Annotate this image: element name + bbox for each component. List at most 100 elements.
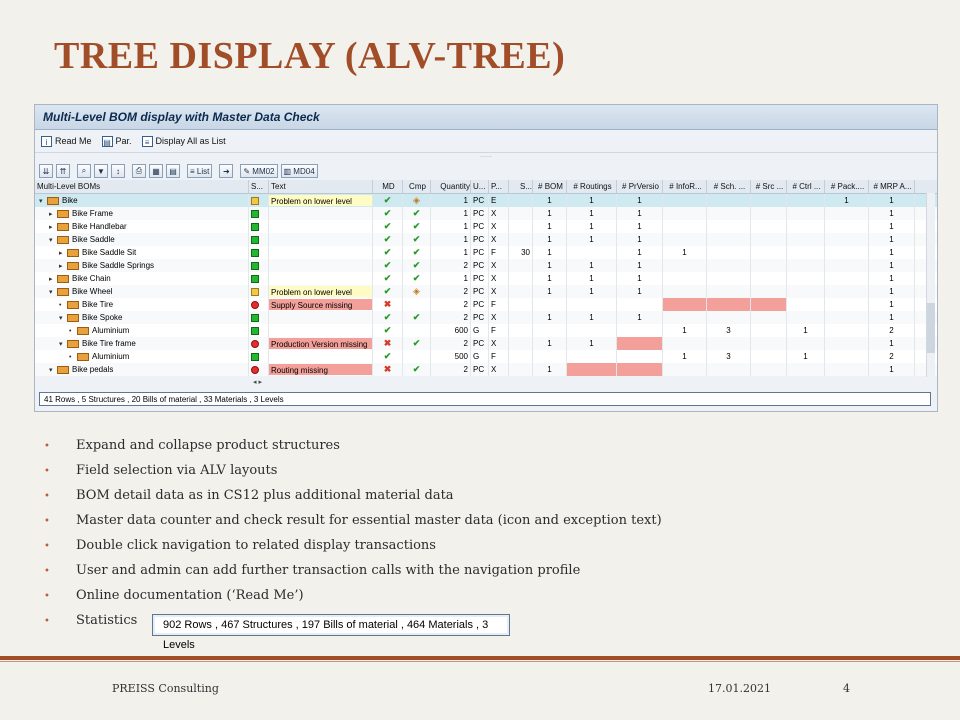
col-header-schedule[interactable]: # Sch. ... bbox=[707, 180, 751, 193]
s-cell bbox=[509, 194, 533, 207]
expand-toggle-icon[interactable]: ▸ bbox=[59, 260, 67, 272]
pv-cell bbox=[617, 363, 663, 376]
bom-cell bbox=[533, 350, 567, 363]
info-icon: i bbox=[41, 135, 52, 147]
expand-toggle-icon[interactable]: ▾ bbox=[59, 312, 67, 324]
ctrl-cell bbox=[787, 207, 825, 220]
tree-row[interactable]: ▾ Bike Tire frame Production Version missi… bbox=[35, 337, 937, 350]
horizontal-scrollbar[interactable]: ◂ ▸ bbox=[253, 378, 933, 388]
export-icon[interactable]: ▤ bbox=[166, 164, 180, 178]
p-cell: X bbox=[489, 207, 509, 220]
read-me-button[interactable]: i Read Me bbox=[41, 135, 92, 147]
expand-toggle-icon[interactable]: ▾ bbox=[49, 234, 57, 246]
tree-row[interactable]: ▾ Bike Saddle ✔ ✔ 1 PC X 1 1 1 1 bbox=[35, 233, 937, 246]
expand-toggle-icon[interactable]: • bbox=[59, 299, 67, 311]
cmp-cell bbox=[403, 298, 431, 311]
qty-cell: 1 bbox=[431, 246, 471, 259]
status-cell bbox=[249, 246, 269, 259]
status-ok-icon bbox=[251, 274, 259, 283]
expand-toggle-icon[interactable]: ▾ bbox=[49, 364, 57, 376]
col-header-procurement[interactable]: P... bbox=[489, 180, 509, 193]
parameter-icon: ▤ bbox=[101, 135, 113, 147]
tree-node-cell: ▸ Bike Saddle Springs bbox=[35, 259, 249, 272]
filter-icon[interactable]: ▼ bbox=[94, 164, 108, 178]
col-header-md[interactable]: MD bbox=[373, 180, 403, 193]
expand-toggle-icon[interactable]: ▸ bbox=[49, 221, 57, 233]
find-icon[interactable]: ⌕ bbox=[77, 164, 91, 178]
tree-row[interactable]: ▸ Bike Frame ✔ ✔ 1 PC X 1 1 1 1 bbox=[35, 207, 937, 220]
src-cell bbox=[751, 285, 787, 298]
status-error-icon bbox=[251, 365, 259, 374]
bullet-icon: • bbox=[44, 541, 50, 552]
bom-cell: 1 bbox=[533, 220, 567, 233]
col-header-packaging[interactable]: # Pack.... bbox=[825, 180, 869, 193]
expand-toggle-icon[interactable]: ▸ bbox=[49, 208, 57, 220]
parameter-button[interactable]: ▤ Par. bbox=[101, 135, 132, 147]
ctrl-cell bbox=[787, 337, 825, 350]
print-icon[interactable]: ⎙ bbox=[132, 164, 146, 178]
scroll-thumb[interactable] bbox=[927, 303, 935, 353]
status-cell bbox=[249, 194, 269, 207]
mm02-button[interactable]: ✎ MM02 bbox=[240, 164, 278, 178]
tree-row[interactable]: • Aluminium ✔ 600 G F 1 3 1 2 bbox=[35, 324, 937, 337]
splitter-handle[interactable]: …… bbox=[35, 153, 937, 161]
tree-row[interactable]: ▾ Bike Spoke ✔ ✔ 2 PC X 1 1 1 1 bbox=[35, 311, 937, 324]
qty-cell: 1 bbox=[431, 233, 471, 246]
col-header-tree[interactable]: Multi-Level BOMs bbox=[35, 180, 249, 193]
collapse-all-icon[interactable]: ⇈ bbox=[56, 164, 70, 178]
tree-row[interactable]: ▸ Bike Chain ✔ ✔ 1 PC X 1 1 1 1 bbox=[35, 272, 937, 285]
col-header-bom[interactable]: # BOM bbox=[533, 180, 567, 193]
col-header-status[interactable]: S... bbox=[249, 180, 269, 193]
s-cell bbox=[509, 337, 533, 350]
col-header-inforecord[interactable]: # InfoR... bbox=[663, 180, 707, 193]
list-button[interactable]: ≡ List bbox=[187, 164, 213, 178]
col-header-quantity[interactable]: Quantity bbox=[431, 180, 471, 193]
pv-cell: 1 bbox=[617, 272, 663, 285]
p-cell: X bbox=[489, 285, 509, 298]
expand-toggle-icon[interactable]: ▸ bbox=[49, 273, 57, 285]
md-cell: ✔ bbox=[373, 194, 403, 207]
expand-toggle-icon[interactable]: ▸ bbox=[59, 247, 67, 259]
tree-row[interactable]: ▾ Bike Problem on lower level ✔ ◈ 1 PC E 1 1 1 1 1 bbox=[35, 194, 937, 207]
tree-row[interactable]: • Bike Tire Supply Source missing ✖ 2 PC F 1 bbox=[35, 298, 937, 311]
exception-text-cell bbox=[269, 272, 373, 285]
cmp-cell: ✔ bbox=[403, 337, 431, 350]
expand-toggle-icon[interactable]: • bbox=[69, 325, 77, 337]
display-all-as-list-button[interactable]: ≡ Display All as List bbox=[141, 135, 226, 147]
sort-icon[interactable]: ↕ bbox=[111, 164, 125, 178]
expand-toggle-icon[interactable]: ▾ bbox=[49, 286, 57, 298]
col-header-mrp[interactable]: # MRP A... bbox=[869, 180, 915, 193]
bullet-icon: • bbox=[44, 566, 50, 577]
tree-row[interactable]: ▸ Bike Saddle Springs ✔ ✔ 2 PC X 1 1 1 1 bbox=[35, 259, 937, 272]
vertical-scrollbar[interactable] bbox=[926, 193, 935, 377]
col-header-unit[interactable]: U... bbox=[471, 180, 489, 193]
md-cell: ✔ bbox=[373, 272, 403, 285]
col-header-special[interactable]: S... bbox=[509, 180, 533, 193]
exception-text-cell bbox=[269, 207, 373, 220]
bom-node-icon bbox=[77, 352, 89, 361]
expand-toggle-icon[interactable]: ▾ bbox=[39, 195, 47, 207]
expand-toggle-icon[interactable]: • bbox=[69, 351, 77, 363]
tree-row[interactable]: ▸ Bike Handlebar ✔ ✔ 1 PC X 1 1 1 1 bbox=[35, 220, 937, 233]
navigation-icon[interactable]: ➜ bbox=[219, 164, 234, 178]
col-header-control[interactable]: # Ctrl ... bbox=[787, 180, 825, 193]
tree-row[interactable]: • Aluminium ✔ 500 G F 1 3 1 2 bbox=[35, 350, 937, 363]
col-header-prodversion[interactable]: # PrVersio bbox=[617, 180, 663, 193]
md04-button[interactable]: ▥ MD04 bbox=[280, 164, 318, 178]
inf-cell bbox=[663, 285, 707, 298]
tree-row[interactable]: ▾ Bike Wheel Problem on lower level ✔ ◈ 2 PC X 1… bbox=[35, 285, 937, 298]
col-header-source[interactable]: # Src ... bbox=[751, 180, 787, 193]
expand-all-icon[interactable]: ⇊ bbox=[39, 164, 53, 178]
md-cell: ✔ bbox=[373, 246, 403, 259]
col-header-routings[interactable]: # Routings bbox=[567, 180, 617, 193]
tree-row[interactable]: ▸ Bike Saddle Sit ✔ ✔ 1 PC F 30 1 1 1 1 bbox=[35, 246, 937, 259]
inf-cell: 1 bbox=[663, 324, 707, 337]
md-cell: ✔ bbox=[373, 285, 403, 298]
bom-cell: 1 bbox=[533, 285, 567, 298]
layout-icon[interactable]: ▦ bbox=[149, 164, 163, 178]
tree-row[interactable]: ▾ Bike pedals Routing missing ✖ ✔ 2 PC X 1 1 bbox=[35, 363, 937, 376]
col-header-text[interactable]: Text bbox=[269, 180, 373, 193]
col-header-cmp[interactable]: Cmp bbox=[403, 180, 431, 193]
pack-cell bbox=[825, 220, 869, 233]
expand-toggle-icon[interactable]: ▾ bbox=[59, 338, 67, 350]
